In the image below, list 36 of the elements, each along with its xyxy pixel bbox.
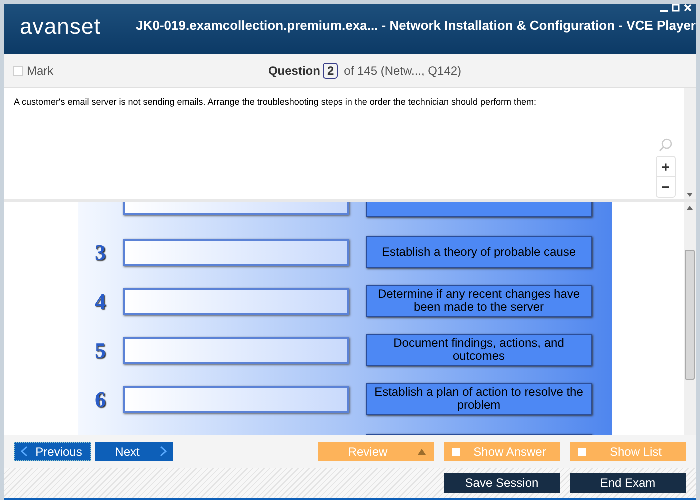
step-tile[interactable]: Establish a plan of action to resolve the problem	[366, 383, 592, 415]
previous-button[interactable]: Previous	[14, 442, 91, 461]
logo: avanset	[20, 12, 102, 40]
drop-target-field[interactable]	[123, 238, 349, 266]
zoom-out-button[interactable]: −	[657, 177, 675, 197]
window-title: JK0-019.examcollection.premium.exa... - Network Installation & Configuration - VCE Player	[136, 17, 696, 36]
zoom-in-button[interactable]: +	[657, 157, 675, 177]
scroll-down-icon[interactable]	[687, 193, 693, 197]
chevron-left-icon	[21, 446, 28, 457]
maximize-icon[interactable]	[672, 4, 680, 12]
scroll-up-icon[interactable]	[687, 206, 693, 210]
mark-label[interactable]: Mark	[27, 62, 54, 80]
drop-target-field[interactable]	[123, 336, 349, 364]
scrollbar-thumb[interactable]	[685, 250, 695, 380]
question-text: A customer's email server is not sending emails. Arrange the troubleshooting steps in the order the technician should perform them:	[13, 96, 538, 109]
step-number: 4	[94, 288, 107, 316]
step-tile[interactable]: Document findings, actions, and outcomes	[366, 334, 592, 366]
end-exam-button[interactable]: End Exam	[570, 473, 686, 493]
checkbox[interactable]	[578, 448, 586, 456]
save-session-button[interactable]: Save Session	[444, 473, 560, 493]
chevron-right-icon	[160, 446, 167, 457]
question-count: of 145 (Netw..., Q142)	[344, 62, 462, 80]
checkbox[interactable]	[452, 448, 460, 456]
caret-icon	[418, 448, 426, 454]
close-icon[interactable]	[684, 4, 692, 12]
step-number: 6	[94, 386, 107, 414]
step-tile[interactable]: Establish a theory of probable cause	[366, 236, 592, 268]
step-number: 3	[94, 238, 107, 266]
step-number: 5	[94, 336, 107, 364]
step-tile[interactable]: Determine if any recent changes have been made to the server	[366, 285, 592, 317]
drop-target-field[interactable]	[123, 288, 349, 314]
question-label: Question	[268, 62, 320, 80]
mark-checkbox[interactable]	[13, 66, 23, 76]
drop-target-field[interactable]	[123, 386, 349, 412]
next-button[interactable]: Next	[95, 442, 173, 461]
question-number-field[interactable]: 2	[323, 62, 338, 78]
